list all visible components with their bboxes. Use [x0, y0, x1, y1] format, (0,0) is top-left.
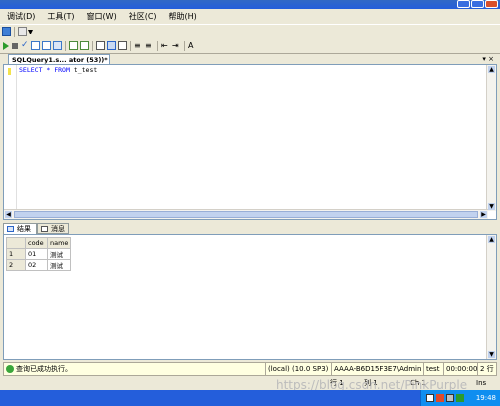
- menu-tools[interactable]: 工具(T): [41, 9, 80, 24]
- database-icon[interactable]: [18, 27, 27, 36]
- display-plan-icon[interactable]: [31, 41, 40, 50]
- status-login: AAAA-B6D15F3E7\Admini...: [331, 363, 422, 375]
- security-icon[interactable]: [436, 394, 444, 402]
- query-designer-icon[interactable]: [42, 41, 51, 50]
- toolbar-separator: [157, 41, 158, 51]
- volume-icon[interactable]: [446, 394, 454, 402]
- scroll-down-icon[interactable]: ▼: [488, 203, 495, 210]
- status-elapsed: 00:00:00: [443, 363, 478, 375]
- results-grid[interactable]: code name 1 01 测试 2 02 测试: [6, 237, 72, 271]
- tab-results[interactable]: 结果: [3, 223, 37, 234]
- uncomment-icon[interactable]: ≡: [145, 41, 154, 50]
- new-query-icon[interactable]: [2, 27, 11, 36]
- results-to-text-icon[interactable]: [96, 41, 105, 50]
- grid-icon: [7, 226, 14, 232]
- pane-splitter[interactable]: [3, 220, 497, 223]
- insert-mode-indicator: Ins: [476, 379, 487, 387]
- system-tray: 19:48: [420, 390, 500, 406]
- stop-icon[interactable]: [12, 43, 18, 49]
- message-icon: [41, 226, 48, 232]
- scroll-up-icon[interactable]: ▲: [488, 66, 495, 73]
- query-status-bar: 查询已成功执行。 (local) (10.0 SP3) AAAA-B6D15F3…: [3, 362, 497, 376]
- taskbar: 19:48: [0, 390, 500, 406]
- row-number[interactable]: 2: [6, 259, 26, 271]
- tab-messages[interactable]: 消息: [37, 223, 69, 234]
- toolbar-separator: [130, 41, 131, 51]
- editor-vertical-scrollbar[interactable]: ▲ ▼: [486, 65, 496, 211]
- editor-gutter: [4, 65, 17, 219]
- column-header-code[interactable]: code: [25, 237, 48, 249]
- table-row: 1 01 测试: [6, 248, 72, 260]
- editor-horizontal-scrollbar[interactable]: ◀ ▶: [4, 209, 488, 219]
- cell-code[interactable]: 02: [25, 259, 48, 271]
- scroll-right-icon[interactable]: ▶: [480, 211, 487, 218]
- results-to-grid-icon[interactable]: [107, 41, 116, 50]
- close-window-button[interactable]: [485, 0, 498, 8]
- include-plan-icon[interactable]: [69, 41, 78, 50]
- change-marker: [8, 68, 11, 75]
- sql-code-line[interactable]: SELECT * FROM t_test: [19, 66, 97, 74]
- dropdown-arrow-icon[interactable]: [28, 30, 33, 34]
- column-header-name[interactable]: name: [46, 237, 72, 249]
- status-server: (local) (10.0 SP3): [265, 363, 330, 375]
- menu-debug[interactable]: 调试(D): [0, 9, 41, 24]
- menu-community[interactable]: 社区(C): [123, 9, 163, 24]
- menu-bar: 调试(D) 工具(T) 窗口(W) 社区(C) 帮助(H): [0, 9, 500, 24]
- scroll-down-icon[interactable]: ▼: [488, 351, 495, 358]
- results-vertical-scrollbar[interactable]: ▲ ▼: [486, 235, 496, 359]
- change-connection-icon[interactable]: [53, 41, 62, 50]
- grid-corner[interactable]: [6, 237, 26, 249]
- toolbar-separator: [65, 41, 66, 51]
- toolbar-separator: [14, 27, 15, 37]
- status-message: 查询已成功执行。: [16, 365, 72, 373]
- minimize-button[interactable]: [457, 0, 470, 8]
- sql-editor[interactable]: SELECT * FROM t_test ▲ ▼ ◀ ▶: [3, 64, 497, 220]
- row-number[interactable]: 1: [6, 248, 26, 260]
- scroll-thumb[interactable]: [14, 211, 478, 218]
- network-icon[interactable]: [426, 394, 434, 402]
- window-title-bar: [0, 0, 500, 9]
- server-agent-icon[interactable]: [456, 394, 464, 402]
- cell-name[interactable]: 测试: [46, 248, 72, 260]
- status-rows: 2 行: [477, 363, 497, 375]
- tab-messages-label: 消息: [51, 225, 65, 233]
- cell-name[interactable]: 测试: [46, 259, 72, 271]
- specify-values-icon[interactable]: A: [188, 41, 197, 50]
- results-to-file-icon[interactable]: [118, 41, 127, 50]
- maximize-button[interactable]: [471, 0, 484, 8]
- scroll-up-icon[interactable]: ▲: [488, 236, 495, 243]
- scroll-left-icon[interactable]: ◀: [5, 211, 12, 218]
- success-check-icon: [6, 365, 14, 373]
- menu-window[interactable]: 窗口(W): [81, 9, 123, 24]
- parse-check-icon[interactable]: ✓: [21, 41, 30, 50]
- sql-editor-toolbar: ✓ ≡ ≡ ⇤ ⇥ A: [0, 39, 500, 54]
- status-database: test: [423, 363, 444, 375]
- execute-icon[interactable]: [3, 42, 9, 50]
- results-pane: code name 1 01 测试 2 02 测试 ▲ ▼: [3, 234, 497, 360]
- increase-indent-icon[interactable]: ⇥: [172, 41, 181, 50]
- clock[interactable]: 19:48: [476, 390, 496, 406]
- table-row: 2 02 测试: [6, 259, 72, 271]
- menu-help[interactable]: 帮助(H): [163, 9, 203, 24]
- client-stats-icon[interactable]: [80, 41, 89, 50]
- toolbar-separator: [92, 41, 93, 51]
- standard-toolbar: [0, 24, 500, 40]
- cell-code[interactable]: 01: [25, 248, 48, 260]
- tab-results-label: 结果: [17, 225, 31, 233]
- grid-header-row: code name: [6, 237, 72, 249]
- decrease-indent-icon[interactable]: ⇤: [161, 41, 170, 50]
- close-document-icon[interactable]: ▾ ×: [480, 54, 494, 64]
- sql-keywords: SELECT * FROM: [19, 66, 74, 74]
- comment-icon[interactable]: ≡: [134, 41, 143, 50]
- sql-table-name: t_test: [73, 66, 98, 74]
- toolbar-separator: [184, 41, 185, 51]
- query-document-tab[interactable]: SQLQuery1.s... ator (53))*: [8, 54, 110, 64]
